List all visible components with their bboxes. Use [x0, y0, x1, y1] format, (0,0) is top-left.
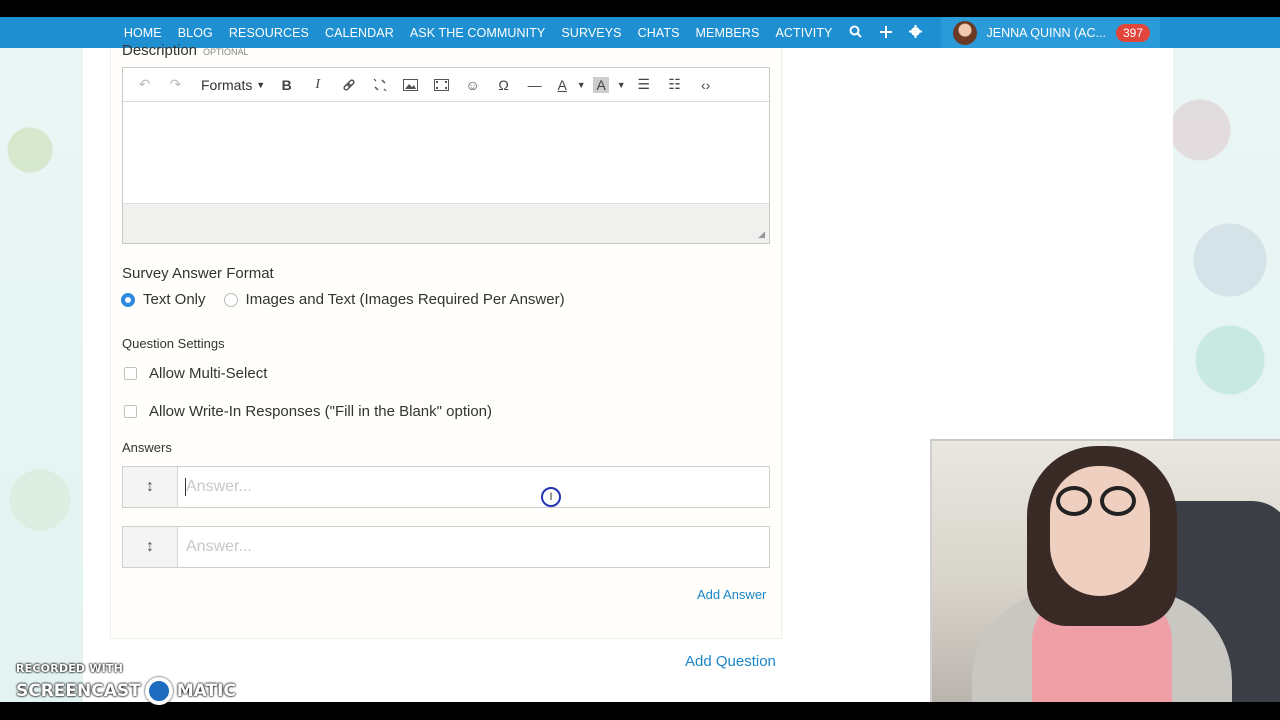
answer-row: ↕: [122, 526, 770, 568]
screencast-logo-icon: [144, 677, 173, 705]
editor-toolbar: ↶ ↷ Formats ▼ B I ☺ Ω — A ▼ A ▼ ☰ ☷ ‹›: [123, 68, 769, 102]
nav-ask-the-community[interactable]: ASK THE COMMUNITY: [402, 26, 554, 40]
multi-select-checkbox[interactable]: [124, 367, 137, 380]
nav-members[interactable]: MEMBERS: [688, 26, 768, 40]
gear-icon[interactable]: [901, 24, 931, 41]
watermark-brand-right: MATIC: [176, 681, 236, 701]
formats-label: Formats: [201, 76, 253, 93]
watermark-brand: SCREENCAST MATIC: [16, 677, 236, 705]
avatar: [952, 20, 977, 45]
notification-badge[interactable]: 397: [1115, 23, 1150, 42]
numbered-list-icon[interactable]: ☷: [659, 71, 690, 99]
undo-icon[interactable]: ↶: [129, 71, 160, 99]
write-in-checkbox[interactable]: [124, 405, 137, 418]
description-title: Description: [122, 42, 198, 59]
webcam-glasses-left: [1056, 486, 1092, 516]
nav-resources[interactable]: RESOURCES: [221, 26, 317, 40]
user-name: JENNA QUINN (AC...: [986, 25, 1106, 40]
question-settings-title: Question Settings: [122, 336, 225, 351]
nav-blog[interactable]: BLOG: [170, 26, 221, 40]
webcam-glasses-right: [1100, 486, 1136, 516]
background-color-caret-icon[interactable]: ▼: [614, 71, 628, 99]
answer-input-2[interactable]: [178, 527, 769, 567]
nav-items: HOME BLOG RESOURCES CALENDAR ASK THE COM…: [116, 24, 931, 41]
user-menu[interactable]: JENNA QUINN (AC... 397: [940, 17, 1160, 48]
bullet-list-icon[interactable]: ☰: [628, 71, 659, 99]
nav-surveys[interactable]: SURVEYS: [553, 26, 629, 40]
description-editor: ↶ ↷ Formats ▼ B I ☺ Ω — A ▼ A ▼ ☰ ☷ ‹› ◢: [122, 67, 770, 244]
nav-calendar[interactable]: CALENDAR: [317, 26, 402, 40]
webcam-face: [1050, 466, 1150, 596]
watermark-recorded-with: RECORDED WITH: [16, 662, 124, 675]
nav-chats[interactable]: CHATS: [630, 26, 688, 40]
nav-home[interactable]: HOME: [116, 26, 170, 40]
answer-format-title: Survey Answer Format: [122, 265, 274, 282]
description-label: Description OPTIONAL: [122, 42, 249, 59]
image-icon[interactable]: [395, 71, 426, 99]
radio-text-only-label[interactable]: Text Only: [143, 291, 206, 308]
optional-tag: OPTIONAL: [203, 47, 249, 57]
multi-select-option: Allow Multi-Select: [124, 365, 267, 382]
radio-images-and-text[interactable]: [223, 292, 238, 307]
answers-title: Answers: [122, 440, 172, 455]
write-in-option: Allow Write-In Responses ("Fill in the B…: [124, 403, 492, 420]
watermark-brand-left: SCREENCAST: [16, 681, 141, 701]
text-color-icon[interactable]: A: [550, 71, 574, 99]
add-answer-link[interactable]: Add Answer: [697, 587, 766, 602]
top-black-bar: [0, 0, 1280, 17]
special-character-icon[interactable]: Ω: [488, 71, 519, 99]
add-question-link[interactable]: Add Question: [685, 653, 776, 670]
write-in-label[interactable]: Allow Write-In Responses ("Fill in the B…: [149, 403, 492, 420]
drag-handle-icon[interactable]: ↕: [123, 467, 178, 507]
link-icon[interactable]: [333, 71, 364, 99]
answer-format-options: Text Only Images and Text (Images Requir…: [121, 291, 583, 308]
answer-input-1[interactable]: [178, 467, 769, 507]
caret-down-icon: ▼: [256, 79, 266, 90]
italic-icon[interactable]: I: [302, 71, 333, 99]
text-color-caret-icon[interactable]: ▼: [574, 71, 588, 99]
radio-text-only[interactable]: [121, 292, 135, 307]
radio-images-and-text-label[interactable]: Images and Text (Images Required Per Ans…: [246, 291, 565, 308]
unlink-icon[interactable]: [364, 71, 395, 99]
media-icon[interactable]: [426, 71, 457, 99]
editor-body[interactable]: [123, 102, 769, 202]
screencast-watermark: RECORDED WITH SCREENCAST MATIC: [16, 662, 236, 705]
text-caret: [185, 478, 186, 496]
horizontal-rule-icon[interactable]: —: [519, 71, 550, 99]
redo-icon[interactable]: ↷: [160, 71, 191, 99]
search-icon[interactable]: [841, 25, 871, 41]
webcam-overlay: [930, 439, 1280, 702]
editor-statusbar: ◢: [123, 203, 769, 243]
bold-icon[interactable]: B: [271, 71, 302, 99]
mouse-cursor-highlight: I: [541, 487, 561, 507]
multi-select-label[interactable]: Allow Multi-Select: [149, 365, 267, 382]
source-code-icon[interactable]: ‹›: [690, 71, 721, 99]
nav-activity[interactable]: ACTIVITY: [767, 26, 840, 40]
resize-handle-icon[interactable]: ◢: [758, 229, 765, 240]
drag-handle-icon[interactable]: ↕: [123, 527, 178, 567]
answer-row: ↕: [122, 466, 770, 508]
background-color-icon[interactable]: A: [588, 71, 614, 99]
emoticon-icon[interactable]: ☺: [457, 71, 488, 99]
plus-icon[interactable]: [871, 25, 901, 41]
formats-dropdown[interactable]: Formats ▼: [191, 71, 271, 99]
